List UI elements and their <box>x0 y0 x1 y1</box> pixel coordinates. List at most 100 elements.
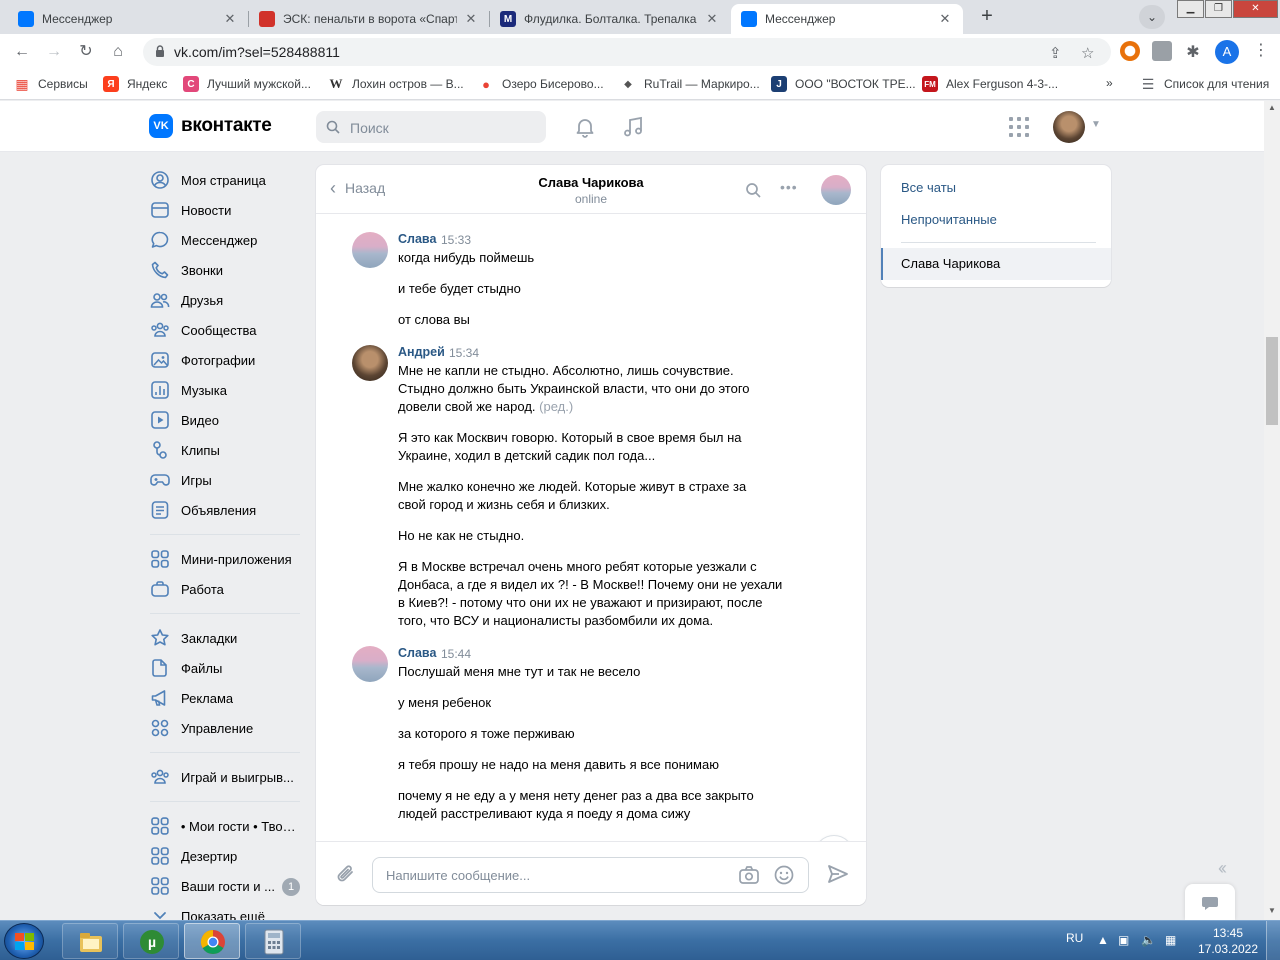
music-note-icon[interactable] <box>621 115 645 139</box>
page-scrollbar[interactable]: ▲ ▼ <box>1264 101 1280 920</box>
browser-tab[interactable]: M Флудилка. Болталка. Трепалка - ✕ <box>490 4 730 34</box>
message-avatar[interactable] <box>352 232 388 268</box>
collapse-panel-icon[interactable]: ‹‹ <box>1218 858 1227 879</box>
reading-list-button[interactable]: ☰ Список для чтения <box>1140 76 1270 92</box>
bookmark-item[interactable]: ◆ RuTrail — Маркиро... <box>620 76 760 92</box>
message-author[interactable]: Слава <box>398 646 436 660</box>
peer-avatar[interactable] <box>821 175 851 205</box>
vk-search-input[interactable]: Поиск <box>316 111 546 143</box>
send-arrow-icon[interactable] <box>827 864 849 884</box>
taskbar-calculator[interactable] <box>245 923 301 959</box>
bookmark-item[interactable]: ▦ Сервисы <box>14 76 87 92</box>
menu-item[interactable]: Работа <box>150 574 300 604</box>
scrollbar-thumb[interactable] <box>1266 337 1278 425</box>
bookmark-item[interactable]: FM Alex Ferguson 4-3-... <box>922 76 1058 92</box>
start-button[interactable] <box>4 923 44 959</box>
menu-item[interactable]: Ваши гости и ... 1 <box>150 871 300 901</box>
menu-item[interactable]: Игры <box>150 465 300 495</box>
network-icon[interactable]: ▦ <box>1165 933 1176 947</box>
bookmark-item[interactable]: Я Яндекс <box>103 76 167 92</box>
bookmark-item[interactable]: C Лучший мужской... <box>183 76 311 92</box>
volume-icon[interactable]: 🔈 <box>1141 933 1156 947</box>
user-avatar[interactable] <box>1053 111 1085 143</box>
browser-menu-icon[interactable]: ⋮ <box>1253 40 1269 60</box>
message-author[interactable]: Андрей <box>398 345 445 359</box>
system-clock[interactable]: 13:45 17.03.2022 <box>1196 925 1260 957</box>
close-tab-icon[interactable]: ✕ <box>463 11 479 27</box>
message-avatar[interactable] <box>352 345 388 381</box>
extension-2-icon[interactable] <box>1152 41 1172 61</box>
bookmark-item[interactable]: ● Озеро Бисерово... <box>478 76 604 92</box>
message-time[interactable]: 15:44 <box>441 647 471 661</box>
back-arrow-icon[interactable]: ← <box>10 40 34 64</box>
taskbar-utorrent[interactable]: µ <box>123 923 179 959</box>
menu-item[interactable]: Мессенджер <box>150 225 300 255</box>
filter-unread[interactable]: Непрочитанные <box>901 212 997 227</box>
language-indicator[interactable]: RU <box>1066 931 1083 945</box>
menu-item[interactable]: Объявления <box>150 495 300 525</box>
message-author[interactable]: Слава <box>398 232 436 246</box>
extension-1-icon[interactable] <box>1120 41 1140 61</box>
menu-item[interactable]: Звонки <box>150 255 300 285</box>
bookmark-star-icon[interactable]: ☆ <box>1081 44 1094 62</box>
reload-icon[interactable]: ↻ <box>74 40 98 64</box>
address-bar[interactable]: vk.com/im?sel=528488811 ⇪ ☆ <box>143 38 1111 66</box>
bookmarks-overflow-button[interactable]: » <box>1106 76 1113 90</box>
taskbar-explorer[interactable] <box>62 923 118 959</box>
camera-icon[interactable] <box>739 866 759 884</box>
vk-apps-grid-icon[interactable] <box>1009 117 1029 137</box>
url-text[interactable]: vk.com/im?sel=528488811 <box>174 44 340 60</box>
menu-item[interactable]: Управление <box>150 713 300 743</box>
chevron-down-icon[interactable]: ▼ <box>1091 119 1101 130</box>
scroll-up-arrow-icon[interactable]: ▲ <box>1268 103 1276 112</box>
close-tab-icon[interactable]: ✕ <box>704 11 720 27</box>
taskbar-chrome[interactable] <box>184 923 240 959</box>
close-window-button[interactable]: ✕ <box>1233 0 1278 18</box>
profile-avatar[interactable]: A <box>1215 40 1239 64</box>
menu-item[interactable]: Моя страница <box>150 165 300 195</box>
browser-tab[interactable]: Мессенджер ✕ <box>8 4 248 34</box>
message-time[interactable]: 15:34 <box>449 346 479 360</box>
close-tab-icon[interactable]: ✕ <box>222 11 238 27</box>
new-tab-button[interactable]: + <box>973 5 1001 29</box>
search-in-chat-icon[interactable] <box>745 182 761 198</box>
home-icon[interactable]: ⌂ <box>106 40 130 64</box>
forward-arrow-icon[interactable]: → <box>42 40 66 64</box>
menu-item[interactable]: Клипы <box>150 435 300 465</box>
close-tab-icon[interactable]: ✕ <box>937 11 953 27</box>
menu-item[interactable]: Сообщества <box>150 315 300 345</box>
minimize-button[interactable]: ▁ <box>1177 0 1204 18</box>
menu-item[interactable]: • Мои гости • Твои... <box>150 811 300 841</box>
emoji-smile-icon[interactable] <box>774 865 794 885</box>
message-time[interactable]: 15:33 <box>441 233 471 247</box>
menu-item[interactable]: Фотографии <box>150 345 300 375</box>
tray-expand-icon[interactable]: ▲ <box>1097 933 1109 947</box>
filter-all-chats[interactable]: Все чаты <box>901 180 956 195</box>
share-icon[interactable]: ⇪ <box>1049 44 1062 62</box>
menu-item[interactable]: Играй и выигрыв... <box>150 762 300 792</box>
extensions-puzzle-icon[interactable]: ✱ <box>1181 41 1205 65</box>
bookmark-item[interactable]: J ООО "ВОСТОК ТРЕ... <box>771 76 916 92</box>
menu-item[interactable]: Музыка <box>150 375 300 405</box>
menu-item[interactable]: Файлы <box>150 653 300 683</box>
message-input[interactable]: Напишите сообщение... <box>372 857 809 893</box>
chat-fab-button[interactable] <box>1185 884 1235 920</box>
browser-tab[interactable]: Мессенджер ✕ <box>731 4 963 34</box>
menu-item[interactable]: Реклама <box>150 683 300 713</box>
menu-item[interactable]: Друзья <box>150 285 300 315</box>
message-avatar[interactable] <box>352 646 388 682</box>
more-options-icon[interactable]: ••• <box>780 179 798 195</box>
menu-item[interactable]: Дезертир <box>150 841 300 871</box>
paperclip-icon[interactable] <box>335 862 357 886</box>
menu-item[interactable]: Мини-приложения <box>150 544 300 574</box>
vk-logo[interactable]: VK вконтакте <box>149 114 272 138</box>
menu-item[interactable]: Закладки <box>150 623 300 653</box>
show-desktop-button[interactable] <box>1266 921 1280 960</box>
browser-tab[interactable]: ЭСК: пенальти в ворота «Спарта ✕ <box>249 4 489 34</box>
menu-item[interactable]: Новости <box>150 195 300 225</box>
bookmark-item[interactable]: W Лохин остров — В... <box>328 76 464 92</box>
notifications-bell-icon[interactable] <box>573 115 597 139</box>
maximize-button[interactable]: ❐ <box>1205 0 1232 18</box>
tray-devices-icon[interactable]: ▣ <box>1118 933 1129 947</box>
scroll-down-arrow-icon[interactable]: ▼ <box>1268 906 1276 915</box>
